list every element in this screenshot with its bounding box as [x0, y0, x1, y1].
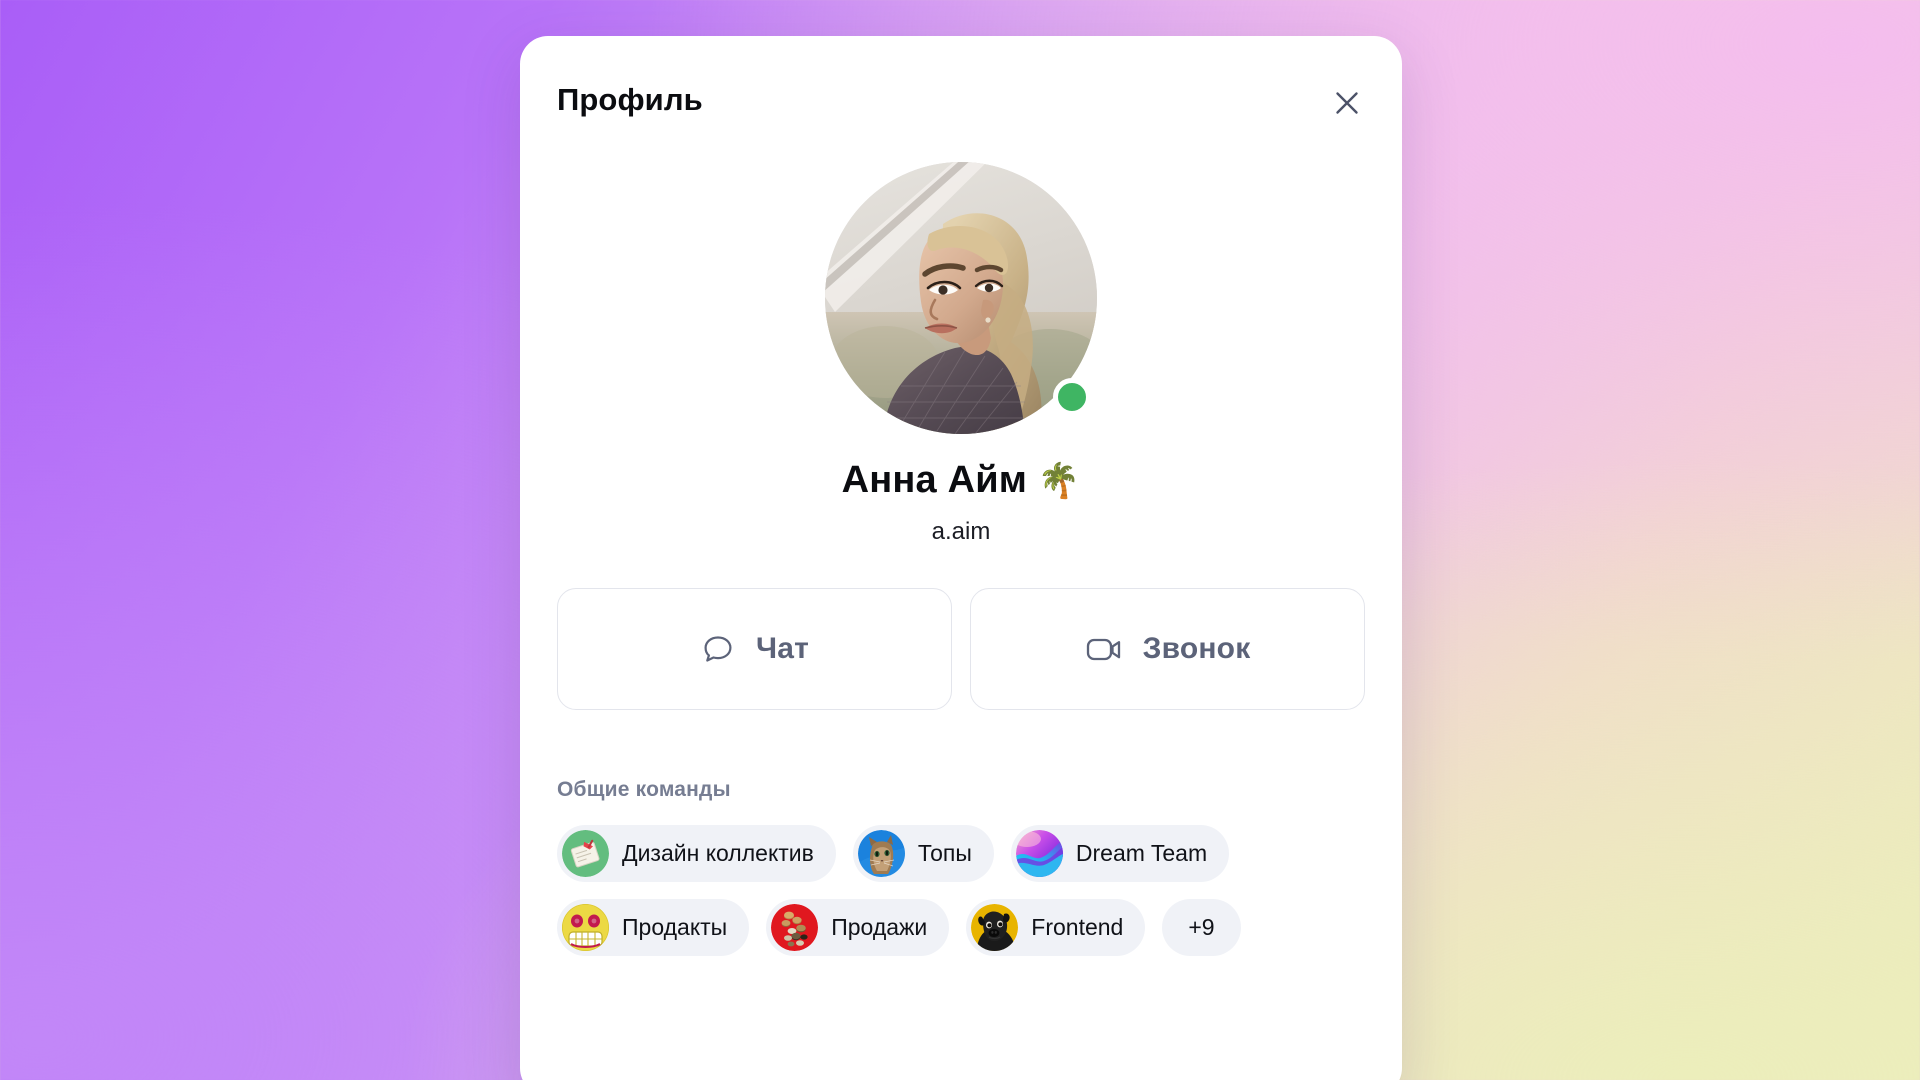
video-camera-icon — [1085, 633, 1123, 665]
profile-dialog: Профиль Анна Айм 🌴 a.aim Чат Звонок Общи… — [520, 36, 1402, 1080]
chat-bubble-icon — [700, 631, 736, 667]
close-icon — [1332, 88, 1362, 118]
chat-button-label: Чат — [755, 631, 810, 665]
profile-display-name: Анна Айм 🌴 — [520, 459, 1402, 502]
call-button-label: Звонок — [1142, 631, 1251, 665]
common-teams-section: Общие команды Дизайн коллектив Топы Drea… — [520, 778, 1402, 956]
common-teams-title: Общие команды — [557, 777, 731, 801]
dialog-header: Профиль — [520, 36, 1402, 140]
page-title: Профиль — [557, 82, 703, 117]
team-chip-label: Dream Team — [1075, 839, 1208, 866]
team-chip-more-label: +9 — [1188, 913, 1215, 940]
profile-username: a.aim — [931, 517, 991, 545]
team-chip-tops[interactable]: Топы — [852, 824, 994, 882]
team-chip-sales[interactable]: Продажи — [766, 898, 950, 956]
team-chip-dream-team[interactable]: Dream Team — [1010, 824, 1230, 882]
call-button[interactable]: Звонок — [970, 587, 1365, 710]
team-chip-label: Дизайн коллектив — [622, 839, 814, 866]
team-chip-frontend[interactable]: Frontend — [966, 898, 1146, 956]
team-chip-more[interactable]: +9 — [1162, 898, 1241, 956]
team-chip-design[interactable]: Дизайн коллектив — [557, 824, 836, 882]
note-pin-emoji-avatar — [562, 829, 609, 877]
palm-tree-emoji: 🌴 — [1037, 462, 1081, 500]
status-badge-online — [1053, 378, 1091, 416]
coins-red-avatar — [771, 903, 819, 951]
team-chip-label: Продажи — [831, 913, 928, 940]
profile-actions: Чат Звонок — [520, 587, 1402, 710]
grinning-emoji-avatar — [562, 903, 609, 951]
team-chip-label: Frontend — [1031, 913, 1124, 940]
cat-photo-avatar — [857, 829, 905, 877]
team-chip-products[interactable]: Продакты — [557, 898, 750, 956]
purple-wave-gradient-avatar — [1015, 829, 1063, 877]
chat-button[interactable]: Чат — [557, 587, 952, 710]
avatar-container — [825, 162, 1097, 434]
team-chip-label: Топы — [917, 839, 972, 866]
display-name-text: Анна Айм — [841, 459, 1028, 501]
pug-dog-avatar — [971, 903, 1019, 951]
team-chip-row: Дизайн коллектив Топы Dream Team — [557, 824, 1365, 882]
team-chip-row: Продакты Продажи Frontend +9 — [557, 898, 1365, 956]
team-chip-label: Продакты — [622, 913, 728, 940]
close-button[interactable] — [1322, 78, 1372, 128]
